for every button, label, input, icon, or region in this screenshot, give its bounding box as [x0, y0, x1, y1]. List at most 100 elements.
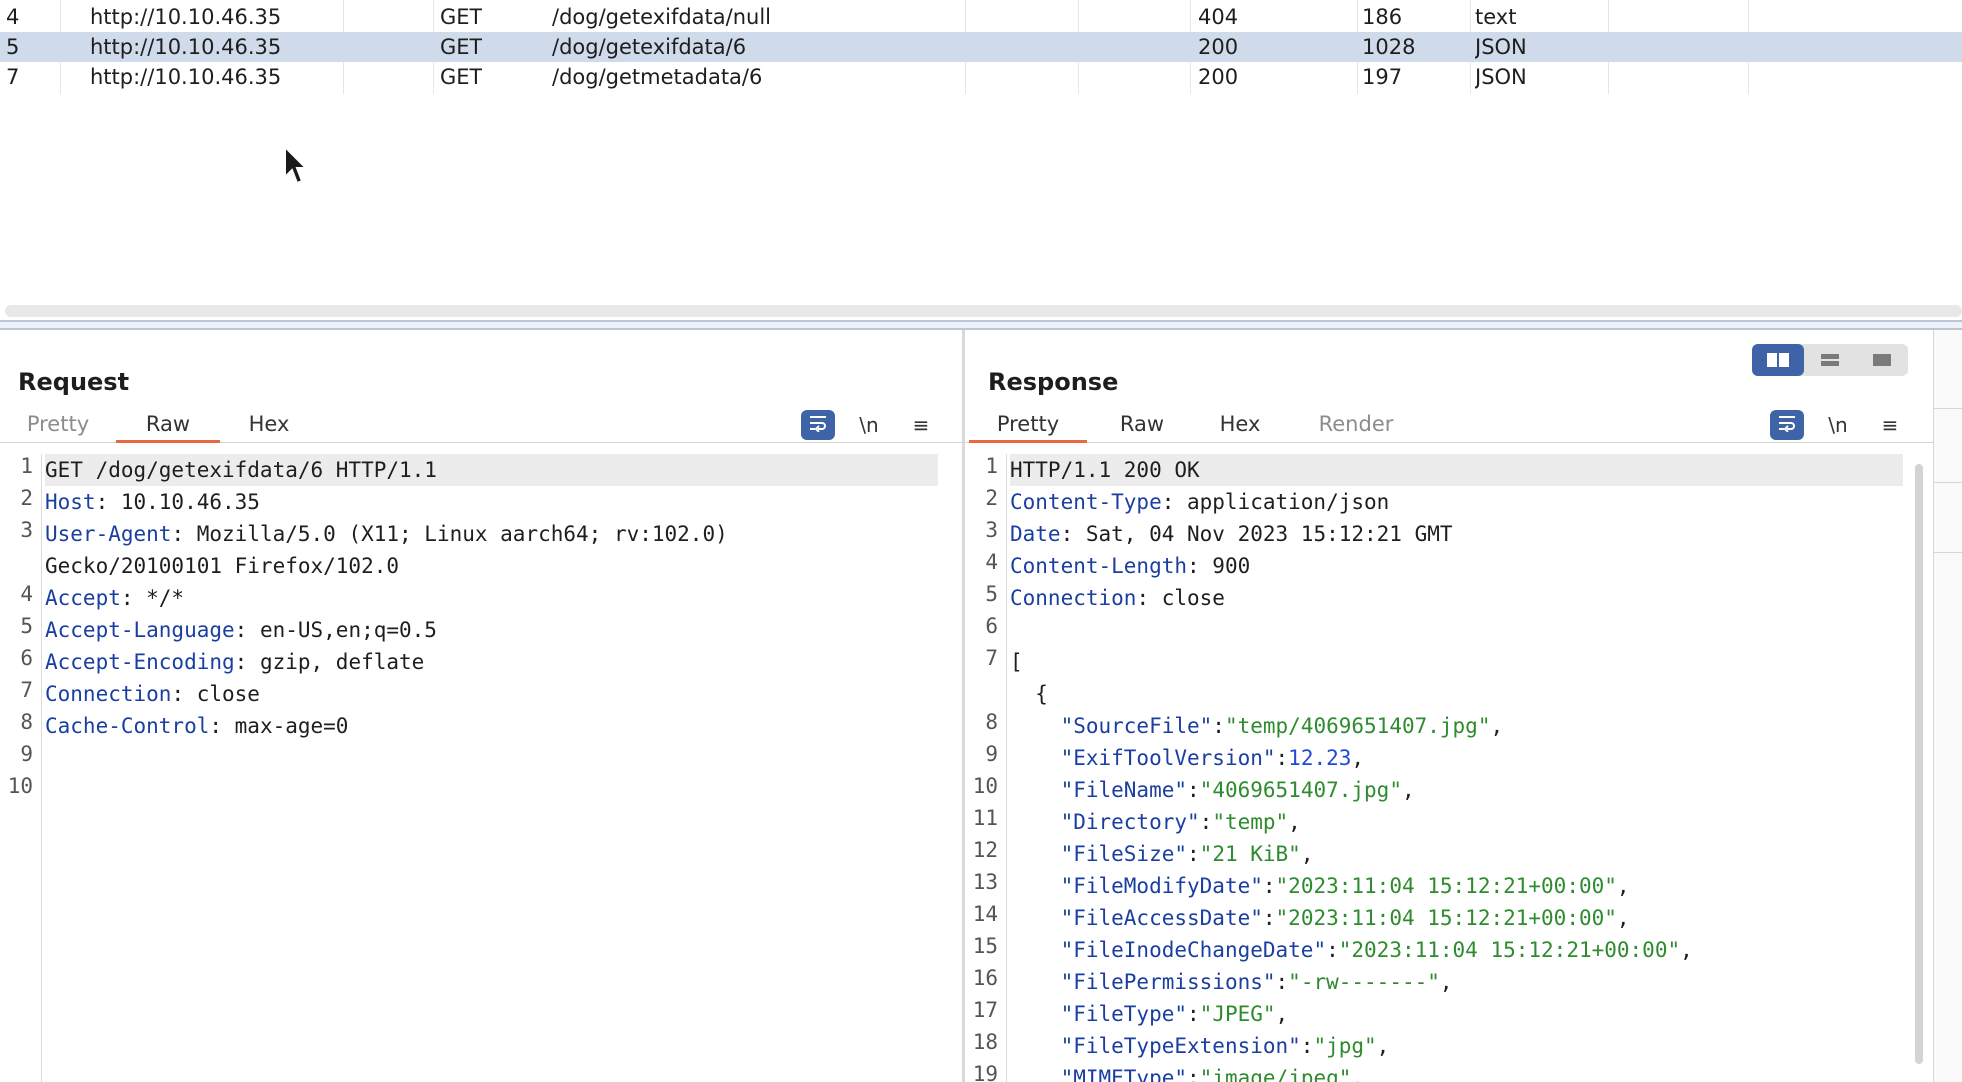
- tab-hex[interactable]: Hex: [228, 408, 310, 442]
- code-line: Content-Length: 900: [1010, 550, 1250, 582]
- hamburger-menu-icon[interactable]: ≡: [1873, 410, 1907, 440]
- http-history-table: 4 http://10.10.46.35 GET/dog/getexifdata/n…: [0, 0, 1962, 320]
- row-length: 197: [1362, 65, 1403, 89]
- code-line: GET /dog/getexifdata/6 HTTP/1.1: [45, 454, 437, 486]
- code-text: ,: [1680, 938, 1693, 962]
- code-line: "FileType":"JPEG",: [1010, 998, 1289, 1030]
- tab-pretty[interactable]: Pretty: [969, 408, 1087, 443]
- code-text: : Mozilla/5.0 (X11; Linux aarch64; rv:10…: [171, 522, 728, 546]
- line-number: 16: [972, 966, 998, 990]
- wrap-lines-icon[interactable]: [1770, 410, 1804, 440]
- row-url: /dog/getmetadata/6: [552, 65, 763, 89]
- line-number: 17: [972, 998, 998, 1022]
- code-text: : application/json: [1161, 490, 1390, 514]
- code-key: "Directory": [1060, 810, 1200, 834]
- code-line: "FileSize":"21 KiB",: [1010, 838, 1314, 870]
- code-text: ,: [1616, 906, 1630, 930]
- row-host: http://10.10.46.35: [90, 35, 282, 59]
- row-host: http://10.10.46.35: [90, 5, 282, 29]
- sidebar-divider: [1934, 552, 1962, 553]
- code-key: "FileName": [1060, 778, 1188, 802]
- code-key: Content-Type: [1010, 490, 1162, 514]
- code-text: :: [1187, 842, 1200, 866]
- code-key: Connection: [1010, 586, 1137, 610]
- code-text: :: [1275, 970, 1289, 994]
- row-method: GET: [440, 65, 483, 89]
- code-text: ,: [1490, 714, 1504, 738]
- sidebar-divider: [1934, 408, 1962, 409]
- code-text: ,: [1616, 874, 1630, 898]
- code-text: ,: [1401, 778, 1415, 802]
- table-row[interactable]: 5 http://10.10.46.35 GET/dog/getexifdata/6…: [0, 32, 1962, 62]
- code-key: "MIMEType": [1060, 1066, 1188, 1082]
- wrap-lines-icon[interactable]: [801, 410, 835, 440]
- tab-raw[interactable]: Raw: [1097, 408, 1187, 442]
- code-string: "temp/4069651407.jpg": [1224, 714, 1491, 738]
- code-string: "image/jpeg": [1199, 1066, 1352, 1082]
- code-text: :: [1187, 1002, 1200, 1026]
- code-line: Gecko/20100101 Firefox/102.0: [45, 550, 399, 582]
- table-row[interactable]: 4 http://10.10.46.35 GET/dog/getexifdata/n…: [0, 2, 1962, 32]
- layout-toggle: [1752, 344, 1908, 376]
- row-status: 404: [1198, 5, 1239, 29]
- table-row[interactable]: 7 http://10.10.46.35 GET/dog/getmetadata/6…: [0, 62, 1962, 92]
- code-text: ,: [1351, 746, 1365, 770]
- split-divider[interactable]: [0, 320, 1962, 330]
- code-string: "4069651407.jpg": [1199, 778, 1402, 802]
- line-number-gutter: 1 2 3 4 5 6 7 8 9 10: [0, 454, 42, 1082]
- code-text: :: [1275, 746, 1289, 770]
- tab-pretty[interactable]: Pretty: [14, 408, 102, 442]
- single-pane-icon[interactable]: [1856, 344, 1908, 376]
- row-length: 1028: [1362, 35, 1416, 59]
- code-line: "FileInodeChangeDate":"2023:11:04 15:12:…: [1010, 934, 1693, 966]
- newline-toggle-button[interactable]: \n: [852, 410, 886, 440]
- row-number: 7: [6, 65, 20, 89]
- code-line: "FileTypeExtension":"jpg",: [1010, 1030, 1390, 1062]
- mouse-cursor-icon: [284, 146, 308, 185]
- request-code[interactable]: GET /dog/getexifdata/6 HTTP/1.1 Host: 10.…: [45, 454, 962, 1082]
- code-key: "ExifToolVersion": [1060, 746, 1276, 770]
- request-title: Request: [18, 368, 130, 396]
- newline-toggle-button[interactable]: \n: [1821, 410, 1855, 440]
- code-line: "FileModifyDate":"2023:11:04 15:12:21+00…: [1010, 870, 1630, 902]
- code-key: "FileAccessDate": [1060, 906, 1263, 930]
- code-string: "JPEG": [1199, 1002, 1276, 1026]
- vertical-scrollbar[interactable]: [1915, 464, 1923, 1064]
- horizontal-scrollbar[interactable]: [5, 305, 1962, 317]
- tab-hex[interactable]: Hex: [1195, 408, 1285, 442]
- code-line: [: [1010, 646, 1023, 678]
- line-number: 14: [972, 902, 998, 926]
- tab-raw[interactable]: Raw: [116, 408, 220, 443]
- code-text: HTTP/1.1 200 OK: [1010, 458, 1200, 482]
- inspector-sidebar[interactable]: [1933, 330, 1962, 1082]
- code-line: User-Agent: Mozilla/5.0 (X11; Linux aarc…: [45, 518, 728, 550]
- code-text: : */*: [120, 586, 185, 610]
- code-text: :: [1326, 938, 1339, 962]
- code-text: : close: [1136, 586, 1225, 610]
- row-status: 200: [1198, 35, 1239, 59]
- line-number: 3: [985, 518, 998, 542]
- tab-render[interactable]: Render: [1301, 408, 1411, 442]
- hamburger-menu-icon[interactable]: ≡: [904, 410, 938, 440]
- response-code[interactable]: HTTP/1.1 200 OK Content-Type: application…: [1010, 454, 1933, 1082]
- response-editor[interactable]: 1 2 3 4 5 6 7 8 9 10 11 12 13 14 15 16 17 18 19 HTTP/1.1 2…: [965, 454, 1933, 1082]
- code-line: Cache-Control: max-age=0: [45, 710, 348, 742]
- request-editor[interactable]: 1 2 3 4 5 6 7 8 9 10 GET /dog/getexifdata/6 HTTP/…: [0, 454, 962, 1082]
- code-line: "SourceFile":"temp/4069651407.jpg",: [1010, 710, 1504, 742]
- code-line: Accept-Encoding: gzip, deflate: [45, 646, 424, 678]
- code-line: "FilePermissions":"-rw-------",: [1010, 966, 1453, 998]
- sidebar-divider: [1934, 482, 1962, 483]
- split-horizontal-icon[interactable]: [1752, 344, 1804, 376]
- split-vertical-icon[interactable]: [1804, 344, 1856, 376]
- code-line: {: [1010, 678, 1048, 710]
- request-pane: Request Pretty Raw Hex \n ≡ 1 2 3 4 5 6 7 8 9 10 …: [0, 330, 962, 1082]
- row-status: 200: [1198, 65, 1239, 89]
- line-number-gutter: 1 2 3 4 5 6 7 8 9 10 11 12 13 14 15 16 17 18 19: [965, 454, 1007, 1082]
- code-line: Connection: close: [45, 678, 260, 710]
